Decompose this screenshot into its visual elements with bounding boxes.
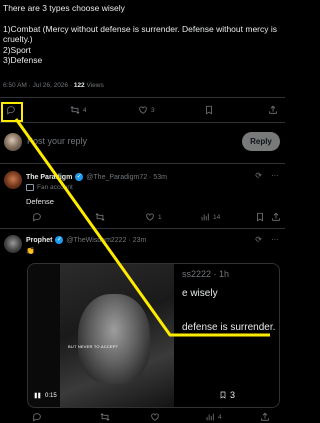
post-headline: There are 3 types choose wisely bbox=[3, 3, 125, 13]
comment-author[interactable]: Prophet bbox=[26, 237, 52, 244]
views-icon bbox=[206, 413, 214, 421]
video-player[interactable]: BUT NEVER TO ACCEPT ss2222 · 1h e wisely… bbox=[27, 263, 280, 408]
retweet-action[interactable]: 4 bbox=[70, 105, 87, 115]
comment-handle: @The_Paradigm72 · 53m bbox=[86, 173, 167, 181]
comment-action-bar: 1 14 bbox=[0, 212, 285, 224]
comment-text: Defense bbox=[26, 197, 54, 206]
share-icon bbox=[272, 212, 280, 221]
bookmark-icon bbox=[220, 391, 226, 399]
comment-emoji: 👏 bbox=[26, 248, 35, 255]
view-count: 122 bbox=[73, 82, 85, 89]
fan-account-badge: Fan account bbox=[26, 184, 73, 191]
heart-icon bbox=[146, 213, 154, 221]
video-caption: BUT NEVER TO ACCEPT bbox=[68, 344, 119, 349]
retweet-count: 4 bbox=[83, 106, 87, 114]
more-icon[interactable]: ··· bbox=[271, 235, 279, 244]
share-action[interactable] bbox=[271, 212, 281, 222]
like-count: 3 bbox=[151, 106, 155, 114]
quoted-handle: ss2222 · 1h bbox=[182, 269, 230, 279]
comment-header-icons: ⟳ ··· bbox=[255, 171, 279, 180]
more-icon[interactable]: ··· bbox=[271, 171, 279, 180]
reply-action[interactable] bbox=[32, 412, 42, 422]
post-meta: 6:50 AM · Jul 26, 2026 · 122 Views bbox=[3, 82, 104, 89]
share-action[interactable] bbox=[268, 105, 278, 115]
fan-account-label: Fan account bbox=[37, 184, 73, 191]
reply-action[interactable] bbox=[32, 212, 42, 222]
heart-icon bbox=[151, 413, 159, 421]
divider bbox=[0, 97, 285, 98]
reply-icon bbox=[33, 213, 41, 222]
divider bbox=[0, 163, 285, 164]
bookmark-icon bbox=[206, 105, 212, 115]
quoted-screenshot: ss2222 · 1h e wisely defense is surrende… bbox=[174, 264, 280, 407]
like-action[interactable]: 1 bbox=[145, 212, 162, 222]
retweet-icon bbox=[70, 106, 80, 114]
like-action[interactable] bbox=[150, 412, 160, 422]
bookmark-action[interactable] bbox=[255, 212, 265, 222]
video-frame bbox=[60, 264, 174, 407]
share-icon bbox=[269, 105, 277, 114]
like-action[interactable]: 3 bbox=[138, 105, 155, 115]
verified-icon: ✓ bbox=[75, 173, 84, 181]
grok-icon[interactable]: ⟳ bbox=[255, 171, 262, 180]
pause-icon[interactable] bbox=[34, 392, 41, 399]
quoted-line-2: defense is surrender. I bbox=[182, 322, 280, 333]
id-card-icon bbox=[26, 184, 34, 191]
video-time: 0:15 bbox=[45, 392, 57, 399]
comment-header-icons: ⟳ ··· bbox=[255, 235, 279, 244]
retweet-action[interactable] bbox=[95, 212, 105, 222]
comment-header: Prophet ✓ @TheWisdom2222 · 23m bbox=[26, 236, 146, 244]
like-count: 1 bbox=[158, 213, 162, 221]
retweet-icon bbox=[95, 213, 105, 221]
views-icon bbox=[201, 213, 209, 221]
share-action[interactable] bbox=[260, 412, 270, 422]
retweet-icon bbox=[100, 413, 110, 421]
views-label: Views bbox=[86, 82, 104, 89]
verified-icon: ✓ bbox=[55, 236, 64, 244]
reply-input[interactable]: Post your reply bbox=[27, 136, 87, 146]
reply-button[interactable]: Reply bbox=[242, 132, 280, 151]
divider bbox=[0, 228, 285, 229]
comment-header: The Paradigm ✓ @The_Paradigm72 · 53m bbox=[26, 173, 167, 181]
divider bbox=[0, 122, 285, 123]
video-stat-count: 3 bbox=[230, 390, 236, 400]
views-count: 14 bbox=[213, 213, 221, 221]
post-timestamp: 6:50 AM · Jul 26, 2026 · bbox=[3, 82, 74, 89]
retweet-action[interactable] bbox=[100, 412, 110, 422]
grok-icon[interactable]: ⟳ bbox=[255, 235, 262, 244]
views-action[interactable]: 14 bbox=[200, 212, 220, 222]
video-controls: 0:15 bbox=[34, 392, 57, 399]
views-count: 4 bbox=[218, 413, 222, 421]
post-body: 1)Combat (Mercy without defense is surre… bbox=[3, 23, 278, 66]
comment-author[interactable]: The Paradigm bbox=[26, 174, 72, 181]
reply-composer: Post your reply Reply bbox=[0, 127, 285, 157]
avatar bbox=[4, 235, 22, 253]
avatar bbox=[4, 171, 22, 189]
highlight-box bbox=[1, 102, 23, 122]
heart-icon bbox=[139, 106, 147, 114]
post-action-bar: 4 3 bbox=[0, 100, 285, 122]
post-text: There are 3 types choose wisely 1)Combat… bbox=[3, 3, 282, 66]
reply-icon bbox=[33, 413, 41, 422]
comment-action-bar: 4 bbox=[0, 412, 285, 423]
video-stat: 3 bbox=[219, 390, 235, 400]
comment-handle: @TheWisdom2222 · 23m bbox=[66, 236, 147, 244]
avatar bbox=[4, 133, 22, 151]
share-icon bbox=[261, 412, 269, 421]
bookmark-icon bbox=[257, 212, 263, 222]
views-action[interactable]: 4 bbox=[205, 412, 222, 422]
quoted-line-1: e wisely bbox=[182, 288, 218, 299]
bookmark-action[interactable] bbox=[204, 105, 214, 115]
video-thumbnail-image bbox=[78, 294, 150, 384]
